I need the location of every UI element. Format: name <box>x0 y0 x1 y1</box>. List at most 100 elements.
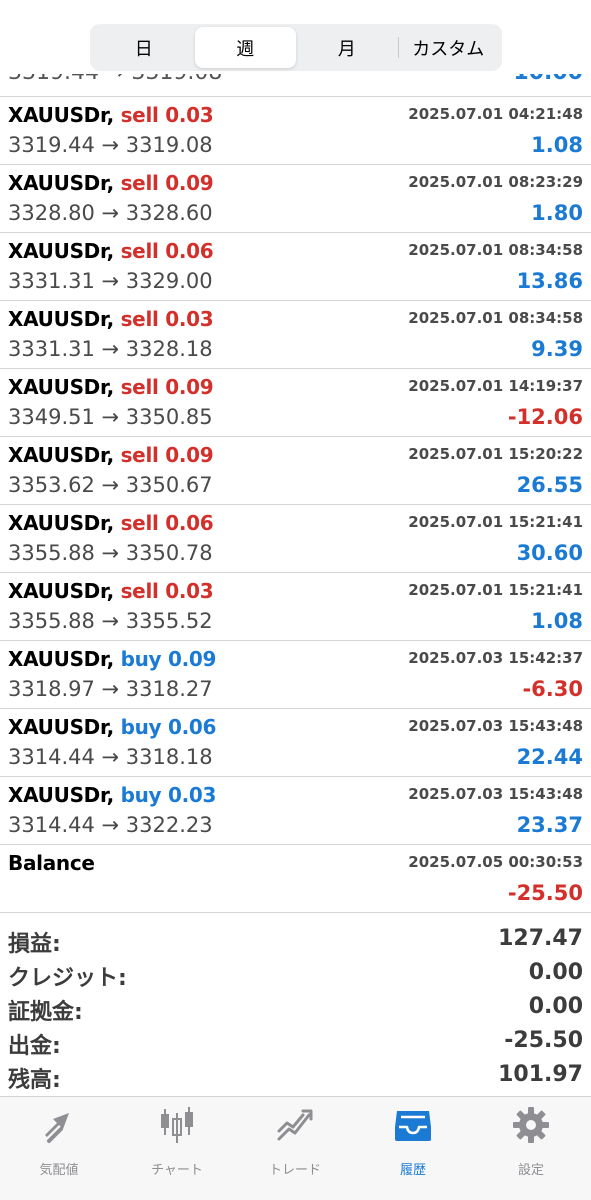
trade-profit: 1.08 <box>531 133 583 157</box>
trade-profit: 1.08 <box>531 609 583 633</box>
trade-side: sell <box>120 579 159 603</box>
summary-label: 出金: <box>8 1034 61 1059</box>
trade-prices: 3331.31 → 3329.00 <box>8 269 213 293</box>
period-segmented-control: 日 週 月 カスタム <box>90 24 502 71</box>
summary-label: 証拠金: <box>8 1000 83 1025</box>
history-row[interactable]: Balance 2025.07.05 00:30:53 -25.50 <box>0 845 591 913</box>
trade-side: sell <box>120 239 159 263</box>
history-row[interactable]: XAUUSDr, sell 0.03 2025.07.01 04:21:48 331… <box>0 97 591 165</box>
row-title: XAUUSDr, sell 0.06 <box>8 239 214 263</box>
trade-datetime: 2025.07.01 14:19:37 <box>408 377 583 395</box>
partial-history-row[interactable]: 3319.44 → 3319.08 10.00 <box>0 74 591 85</box>
history-rows: XAUUSDr, sell 0.03 2025.07.01 04:21:48 331… <box>0 97 591 913</box>
trade-datetime: 2025.07.01 15:21:41 <box>408 513 583 531</box>
symbol: XAUUSDr, <box>8 579 114 603</box>
row-title: Balance <box>8 851 95 875</box>
trade-datetime: 2025.07.03 15:42:37 <box>408 649 583 667</box>
trade-datetime: 2025.07.03 15:43:48 <box>408 717 583 735</box>
symbol: XAUUSDr, <box>8 239 114 263</box>
trade-profit: 26.55 <box>516 473 583 497</box>
trade-side: sell <box>120 375 159 399</box>
trade-side: buy <box>120 783 162 807</box>
trade-profit: 22.44 <box>516 745 583 769</box>
symbol: XAUUSDr, <box>8 443 114 467</box>
history-row[interactable]: XAUUSDr, buy 0.03 2025.07.03 15:43:48 3314… <box>0 777 591 845</box>
symbol: XAUUSDr, <box>8 715 114 739</box>
segment-month[interactable]: 月 <box>296 27 398 68</box>
history-row[interactable]: XAUUSDr, sell 0.09 2025.07.01 08:23:29 332… <box>0 165 591 233</box>
trade-prices: 3328.80 → 3328.60 <box>8 201 213 225</box>
summary-row: 残高: 101.97 <box>0 1060 591 1094</box>
tab-quotes[interactable]: 気配値 <box>0 1105 118 1185</box>
history-row[interactable]: XAUUSDr, sell 0.06 2025.07.01 15:21:41 335… <box>0 505 591 573</box>
summary-label: 損益: <box>8 932 61 957</box>
candlestick-chart-icon <box>161 1107 193 1143</box>
summary-row: 証拠金: 0.00 <box>0 992 591 1026</box>
symbol: XAUUSDr, <box>8 647 114 671</box>
trade-side: sell <box>120 171 159 195</box>
trade-prices: 3318.97 → 3318.27 <box>8 677 213 701</box>
row-title: XAUUSDr, sell 0.09 <box>8 375 214 399</box>
symbol: XAUUSDr, <box>8 783 114 807</box>
tab-quotes-label: 気配値 <box>39 1163 79 1178</box>
segment-day[interactable]: 日 <box>93 27 195 68</box>
trade-volume: 0.03 <box>165 579 214 603</box>
history-inbox-icon <box>395 1111 431 1141</box>
tab-history[interactable]: 履歴 <box>354 1105 472 1185</box>
summary-label: 残高: <box>8 1068 61 1093</box>
row-title: XAUUSDr, sell 0.09 <box>8 171 214 195</box>
bottom-tab-bar: 気配値 チャート トレード 履歴 設定 <box>0 1096 591 1200</box>
history-row[interactable]: XAUUSDr, sell 0.03 2025.07.01 08:34:58 333… <box>0 301 591 369</box>
row-title: XAUUSDr, sell 0.06 <box>8 511 214 535</box>
trade-prices: 3355.88 → 3350.78 <box>8 541 213 565</box>
history-row[interactable]: XAUUSDr, sell 0.09 2025.07.01 14:19:37 334… <box>0 369 591 437</box>
trade-volume: 0.09 <box>165 171 214 195</box>
trade-volume: 0.06 <box>165 239 214 263</box>
trade-volume: 0.03 <box>165 307 214 331</box>
row-title: XAUUSDr, sell 0.09 <box>8 443 214 467</box>
trade-volume: 0.09 <box>167 647 217 671</box>
trade-profit: 9.39 <box>531 337 583 361</box>
symbol: XAUUSDr, <box>8 307 114 331</box>
partial-row-profit: 10.00 <box>513 74 583 85</box>
history-row[interactable]: XAUUSDr, buy 0.06 2025.07.03 15:43:48 3314… <box>0 709 591 777</box>
quotes-icon <box>45 1113 69 1143</box>
trade-profit: -25.50 <box>507 881 583 905</box>
summary-value: 0.00 <box>528 994 583 1019</box>
trade-profit: -12.06 <box>507 405 583 429</box>
history-row[interactable]: XAUUSDr, sell 0.09 2025.07.01 15:20:22 335… <box>0 437 591 505</box>
tab-chart-label: チャート <box>151 1163 203 1178</box>
trade-datetime: 2025.07.01 08:23:29 <box>408 173 583 191</box>
tab-settings[interactable]: 設定 <box>472 1105 590 1185</box>
trade-prices: 3331.31 → 3328.18 <box>8 337 213 361</box>
tab-history-label: 履歴 <box>399 1163 426 1178</box>
trade-profit: 1.80 <box>531 201 583 225</box>
summary-value: 101.97 <box>498 1062 583 1087</box>
tab-settings-label: 設定 <box>517 1163 544 1178</box>
tab-chart[interactable]: チャート <box>118 1105 236 1185</box>
symbol: XAUUSDr, <box>8 375 114 399</box>
row-title: XAUUSDr, sell 0.03 <box>8 103 214 127</box>
summary-value: 127.47 <box>498 926 583 951</box>
trade-prices: 3314.44 → 3322.23 <box>8 813 213 837</box>
trade-volume: 0.06 <box>165 511 214 535</box>
history-list[interactable]: 3319.44 → 3319.08 10.00 XAUUSDr, sell 0.… <box>0 74 591 1094</box>
summary-row: 出金: -25.50 <box>0 1026 591 1060</box>
trade-trend-icon <box>277 1109 313 1141</box>
history-row[interactable]: XAUUSDr, buy 0.09 2025.07.03 15:42:37 3318… <box>0 641 591 709</box>
segment-custom[interactable]: カスタム <box>397 27 500 68</box>
trade-prices: 3319.44 → 3319.08 <box>8 133 213 157</box>
symbol: XAUUSDr, <box>8 103 114 127</box>
segment-week[interactable]: 週 <box>194 27 296 68</box>
trade-profit: -6.30 <box>522 677 583 701</box>
trade-profit: 30.60 <box>516 541 583 565</box>
trade-datetime: 2025.07.01 15:21:41 <box>408 581 583 599</box>
trade-side: buy <box>120 715 162 739</box>
tab-trade[interactable]: トレード <box>236 1105 354 1185</box>
history-row[interactable]: XAUUSDr, sell 0.03 2025.07.01 15:21:41 335… <box>0 573 591 641</box>
trade-side: sell <box>120 443 159 467</box>
history-row[interactable]: XAUUSDr, sell 0.06 2025.07.01 08:34:58 333… <box>0 233 591 301</box>
trade-profit: 23.37 <box>516 813 583 837</box>
trade-volume: 0.09 <box>165 443 214 467</box>
trade-prices: 3353.62 → 3350.67 <box>8 473 213 497</box>
